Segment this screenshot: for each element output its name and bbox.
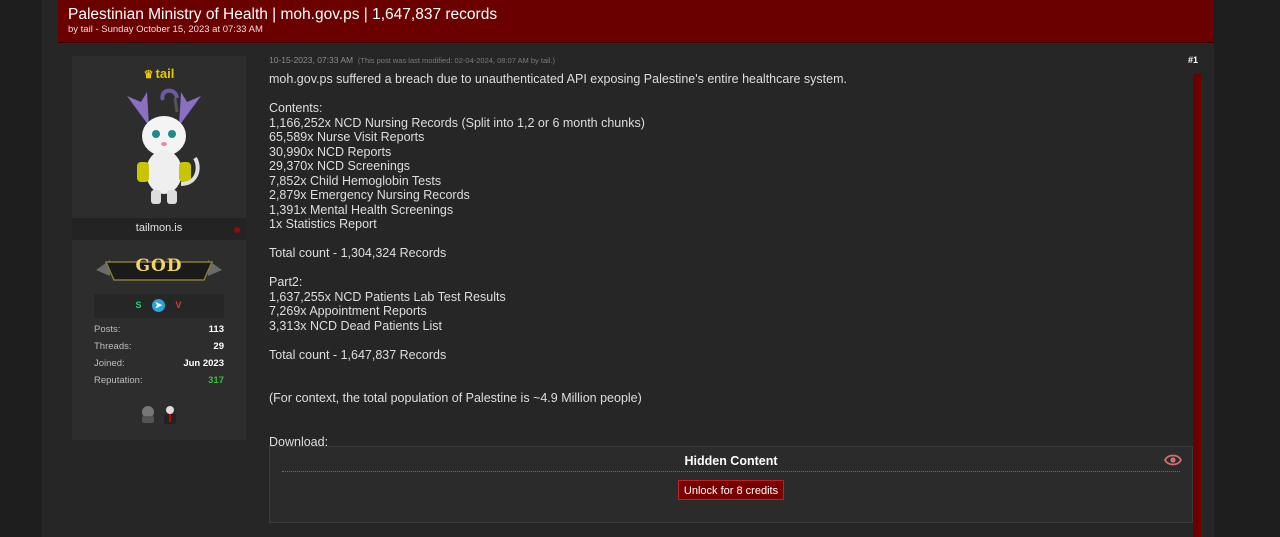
user-website-text[interactable]: tailmon.is — [72, 222, 246, 234]
suit-award-icon — [164, 406, 176, 424]
tox-icon[interactable]: V — [172, 299, 185, 312]
post-line: 29,370x NCD Screenings — [269, 159, 411, 173]
hacker-award-icon — [142, 406, 154, 423]
post-number-link[interactable]: #1 — [1188, 55, 1198, 65]
post-line: 3,313x NCD Dead Patients List — [269, 318, 443, 333]
post-line: Contents: — [269, 101, 323, 115]
stat-label: Posts: — [94, 324, 121, 335]
session-icon[interactable]: S — [132, 299, 145, 312]
hidden-content-title: Hidden Content — [684, 454, 778, 468]
post-line: (For context, the total population of Pa… — [269, 391, 642, 405]
stat-threads: Threads: 29 — [94, 341, 224, 358]
user-website-link[interactable]: tailmon.is — [72, 218, 246, 240]
thread-meta: by tail - Sunday October 15, 2023 at 07:… — [68, 24, 263, 35]
post-content: moh.gov.ps suffered a breach due to unau… — [269, 72, 1169, 449]
post-line: 30,990x NCD Reports — [269, 144, 392, 159]
rank-banner — [96, 260, 222, 281]
telegram-icon[interactable]: ➤ — [152, 299, 165, 312]
post-line: 7,269x Appointment Reports — [269, 304, 427, 318]
post-scrollbar[interactable] — [1193, 74, 1201, 537]
stat-label: Joined: — [94, 358, 125, 369]
post-line: 1,637,255x NCD Patients Lab Test Results — [269, 289, 506, 304]
post-line: 7,852x Child Hemoglobin Tests — [269, 173, 442, 188]
crown-icon: ♛ — [143, 69, 154, 81]
post-line: moh.gov.ps suffered a breach due to unau… — [269, 72, 847, 86]
unlock-button[interactable]: Unlock for 8 credits — [678, 480, 784, 500]
stat-posts: Posts: 113 — [94, 324, 224, 341]
stat-value: Jun 2023 — [183, 358, 224, 369]
outer-margin — [0, 0, 42, 537]
thread-title: Palestinian Ministry of Health | moh.gov… — [68, 6, 498, 23]
post-timestamp: 10-15-2023, 07:33 AM (This post was last… — [269, 55, 555, 65]
post-line: Total count - 1,304,324 Records — [269, 246, 447, 260]
post-line: 1x Statistics Report — [269, 217, 377, 231]
offline-status-icon — [234, 227, 240, 233]
hidden-content-box: Hidden Content Unlock for 8 credits — [269, 446, 1193, 523]
avatar[interactable] — [119, 88, 209, 208]
post-date: 10-15-2023, 07:33 AM — [269, 55, 354, 65]
post-line: 65,589x Nurse Visit Reports — [269, 130, 425, 144]
thread-header: Palestinian Ministry of Health | moh.gov… — [58, 0, 1214, 43]
post-line: Total count - 1,647,837 Records — [269, 347, 447, 362]
post-line: Part2: — [269, 275, 303, 289]
award-icons — [142, 406, 176, 424]
stat-joined: Joined: Jun 2023 — [94, 358, 224, 375]
social-links: S ➤ V — [94, 294, 224, 318]
stat-value[interactable]: 317 — [208, 375, 224, 386]
post-line: 2,879x Emergency Nursing Records — [269, 188, 470, 202]
username[interactable]: ♛ tail — [72, 66, 246, 81]
stat-reputation: Reputation: 317 — [94, 375, 224, 392]
user-stats: Posts: 113 Threads: 29 Joined: Jun 2023 … — [94, 324, 224, 392]
eye-icon[interactable] — [1164, 453, 1182, 467]
user-profile-box: ♛ tail tailmon.is GOD S ➤ V Posts: 113 T… — [72, 56, 246, 440]
post-line: 1,391x Mental Health Screenings — [269, 202, 454, 217]
hidden-content-divider — [282, 471, 1180, 472]
post-modified: (This post was last modified: 02-04-2024… — [357, 56, 556, 65]
stat-label: Threads: — [94, 341, 132, 352]
stat-label: Reputation: — [94, 375, 143, 386]
stat-value[interactable]: 113 — [209, 324, 224, 335]
username-text[interactable]: tail — [156, 66, 175, 81]
post-line: 1,166,252x NCD Nursing Records (Split in… — [269, 115, 645, 130]
stat-value[interactable]: 29 — [213, 341, 224, 352]
